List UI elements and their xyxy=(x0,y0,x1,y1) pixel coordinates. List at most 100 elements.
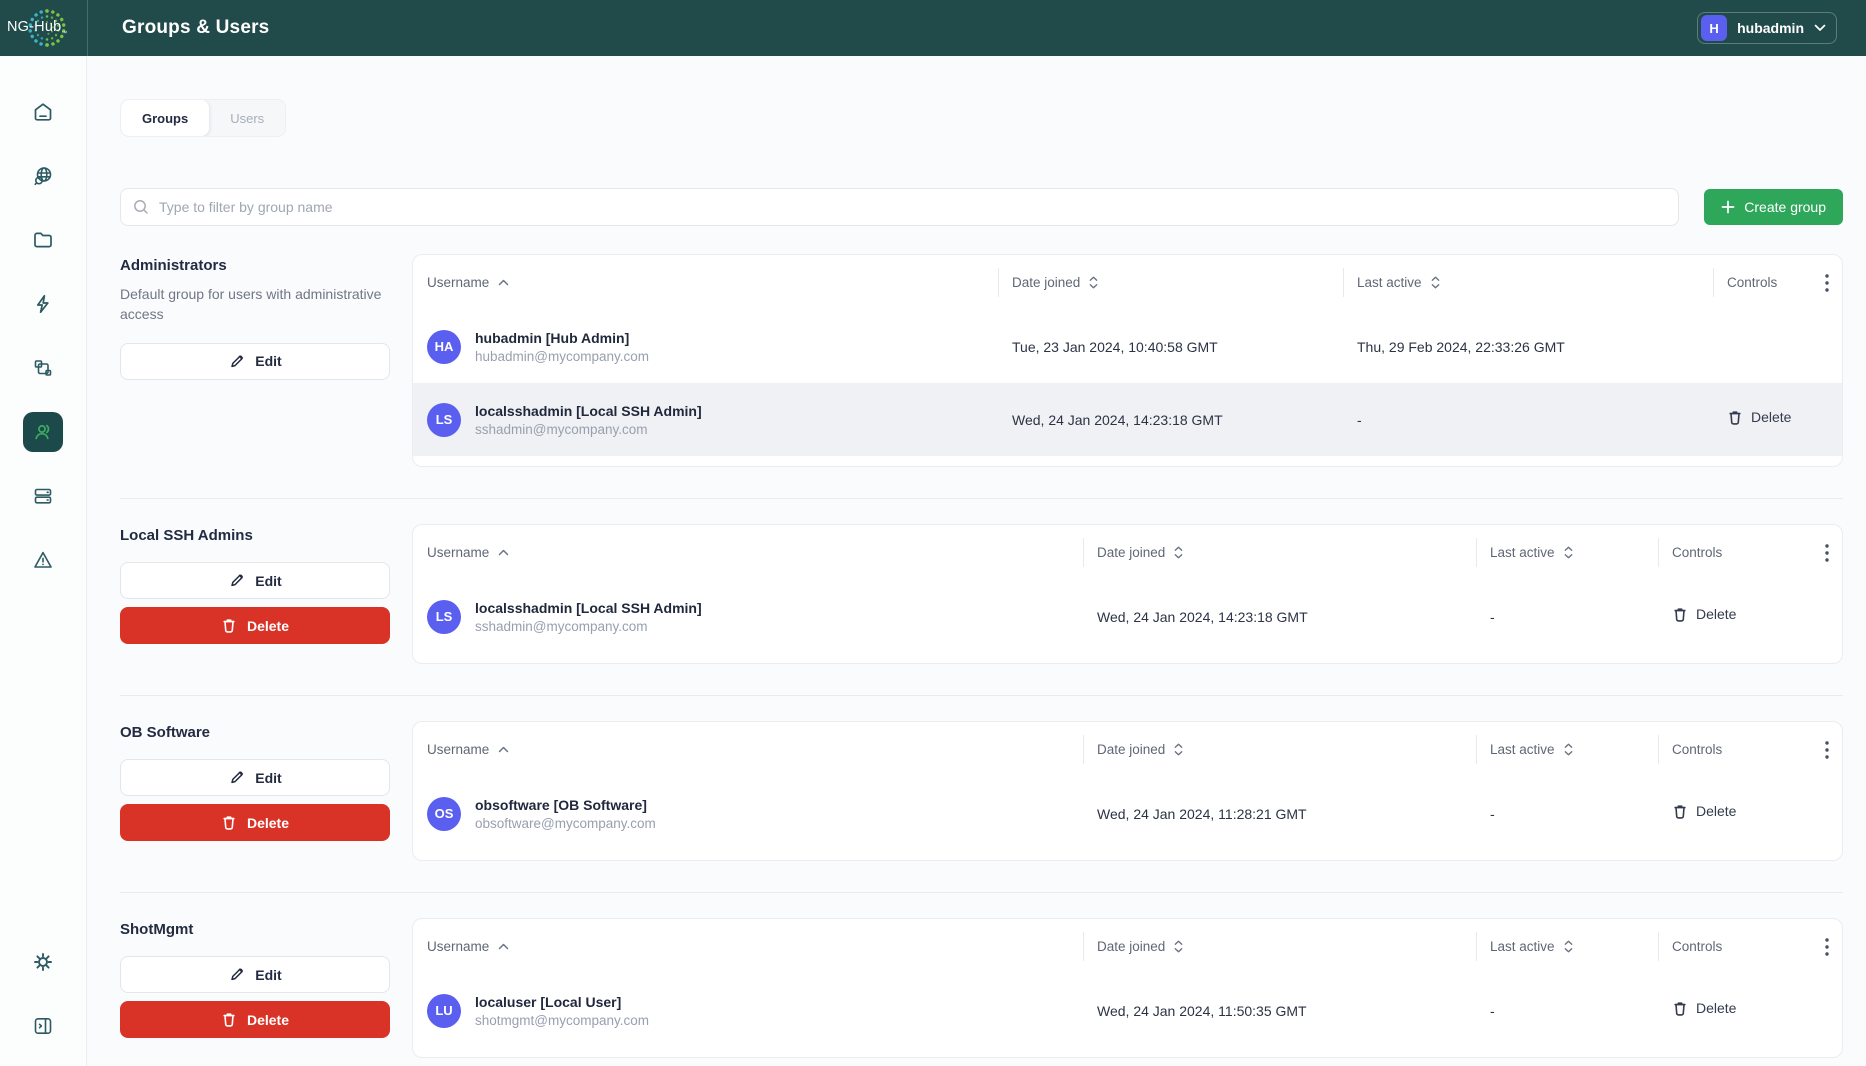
date-joined-cell: Wed, 24 Jan 2024, 14:23:18 GMT xyxy=(998,412,1343,428)
group-delete-button[interactable]: Delete xyxy=(120,607,390,644)
sidebar-item-alerts[interactable] xyxy=(23,540,63,580)
trash-icon xyxy=(221,1011,237,1028)
toolbar: Create group xyxy=(120,188,1843,226)
last-active-cell: - xyxy=(1476,806,1658,822)
username-cell: LS localsshadmin [Local SSH Admin] sshad… xyxy=(413,600,1083,634)
settings-gear-icon xyxy=(31,950,55,974)
sort-both-icon xyxy=(1089,276,1098,289)
sidebar-item-discover[interactable] xyxy=(23,156,63,196)
group-delete-button[interactable]: Delete xyxy=(120,804,390,841)
row-delete-button[interactable]: Delete xyxy=(1727,409,1791,426)
column-header-controls: Controls xyxy=(1658,722,1798,777)
plus-icon xyxy=(1721,200,1735,214)
table-menu-button[interactable] xyxy=(1798,722,1842,777)
sidebar-item-groups-users[interactable] xyxy=(23,412,63,452)
sort-ascending-icon xyxy=(498,746,509,753)
group-name: Administrators xyxy=(120,257,390,274)
sidebar-item-scan[interactable] xyxy=(23,348,63,388)
sort-both-icon xyxy=(1174,940,1183,953)
home-icon xyxy=(31,100,55,124)
collapse-sidebar-icon xyxy=(31,1014,55,1038)
table-menu-button[interactable] xyxy=(1798,525,1842,580)
member-email: obsoftware@mycompany.com xyxy=(475,816,656,831)
pencil-icon xyxy=(228,966,245,983)
member-username: hubadmin [Hub Admin] xyxy=(475,330,649,346)
sort-ascending-icon xyxy=(498,279,509,286)
sidebar-item-settings[interactable] xyxy=(23,942,63,982)
group-edit-button[interactable]: Edit xyxy=(120,759,390,796)
table-menu-button[interactable] xyxy=(1798,919,1842,974)
username-cell: LU localuser [Local User] shotmgmt@mycom… xyxy=(413,994,1083,1028)
table-row[interactable]: HA hubadmin [Hub Admin] hubadmin@mycompa… xyxy=(413,310,1842,383)
tabs: Groups Users xyxy=(120,99,286,137)
column-header-username[interactable]: Username xyxy=(413,919,1083,974)
member-email: sshadmin@mycompany.com xyxy=(475,422,702,437)
column-header-date-joined[interactable]: Date joined xyxy=(1083,919,1476,974)
group-name: OB Software xyxy=(120,724,390,741)
table-row[interactable]: OS obsoftware [OB Software] obsoftware@m… xyxy=(413,777,1842,850)
sort-ascending-icon xyxy=(498,943,509,950)
controls-cell: Delete xyxy=(1658,1000,1798,1022)
table-row[interactable]: LS localsshadmin [Local SSH Admin] sshad… xyxy=(413,580,1842,653)
sort-both-icon xyxy=(1174,546,1183,559)
sidebar-item-projects[interactable] xyxy=(23,220,63,260)
sidebar-item-collapse[interactable] xyxy=(23,1006,63,1046)
column-header-username[interactable]: Username xyxy=(413,255,998,310)
column-header-username[interactable]: Username xyxy=(413,722,1083,777)
column-header-last-active[interactable]: Last active xyxy=(1476,525,1658,580)
group-delete-button[interactable]: Delete xyxy=(120,1001,390,1038)
kebab-menu-icon xyxy=(1825,741,1829,759)
column-header-last-active[interactable]: Last active xyxy=(1343,255,1713,310)
table-rows: LU localuser [Local User] shotmgmt@mycom… xyxy=(413,974,1842,1047)
member-username: localsshadmin [Local SSH Admin] xyxy=(475,403,702,419)
row-delete-button[interactable]: Delete xyxy=(1672,803,1736,820)
group-section: ShotMgmt Edit Delete Username xyxy=(120,918,1843,1058)
username-cell: OS obsoftware [OB Software] obsoftware@m… xyxy=(413,797,1083,831)
table-header: Username Date joined Last active xyxy=(413,919,1842,974)
member-username: localsshadmin [Local SSH Admin] xyxy=(475,600,702,616)
kebab-menu-icon xyxy=(1825,938,1829,956)
brand-name: NG-Hub™ xyxy=(7,19,68,37)
tab-users[interactable]: Users xyxy=(209,100,285,136)
username-cell: LS localsshadmin [Local SSH Admin] sshad… xyxy=(413,403,998,437)
date-joined-cell: Tue, 23 Jan 2024, 10:40:58 GMT xyxy=(998,339,1343,355)
table-row[interactable]: LU localuser [Local User] shotmgmt@mycom… xyxy=(413,974,1842,1047)
table-row[interactable]: LS localsshadmin [Local SSH Admin] sshad… xyxy=(413,383,1842,456)
member-email: hubadmin@mycompany.com xyxy=(475,349,649,364)
pencil-icon xyxy=(228,353,245,370)
sidebar-item-servers[interactable] xyxy=(23,476,63,516)
column-header-date-joined[interactable]: Date joined xyxy=(1083,722,1476,777)
sort-both-icon xyxy=(1431,276,1440,289)
column-header-date-joined[interactable]: Date joined xyxy=(998,255,1343,310)
sort-both-icon xyxy=(1564,743,1573,756)
user-menu-button[interactable]: H hubadmin xyxy=(1697,12,1837,44)
scan-icon xyxy=(31,356,55,380)
group-edit-button[interactable]: Edit xyxy=(120,343,390,380)
search-input[interactable] xyxy=(120,188,1679,226)
user-avatar: H xyxy=(1701,15,1727,41)
column-header-username[interactable]: Username xyxy=(413,525,1083,580)
group-name: Local SSH Admins xyxy=(120,527,390,544)
alerts-triangle-icon xyxy=(31,548,55,572)
member-username: localuser [Local User] xyxy=(475,994,649,1010)
table-rows: HA hubadmin [Hub Admin] hubadmin@mycompa… xyxy=(413,310,1842,456)
search-bar xyxy=(120,188,1679,226)
group-edit-button[interactable]: Edit xyxy=(120,562,390,599)
sidebar-bottom xyxy=(0,942,85,1046)
column-header-last-active[interactable]: Last active xyxy=(1476,919,1658,974)
sidebar-item-activity[interactable] xyxy=(23,284,63,324)
column-header-date-joined[interactable]: Date joined xyxy=(1083,525,1476,580)
trash-icon xyxy=(221,617,237,634)
row-delete-button[interactable]: Delete xyxy=(1672,606,1736,623)
page-title: Groups & Users xyxy=(122,17,269,39)
column-header-last-active[interactable]: Last active xyxy=(1476,722,1658,777)
table-menu-button[interactable] xyxy=(1798,255,1842,310)
main-content: Groups Users Create group Administrators… xyxy=(87,56,1866,1066)
tab-groups[interactable]: Groups xyxy=(121,100,209,136)
trash-icon xyxy=(221,814,237,831)
row-delete-button[interactable]: Delete xyxy=(1672,1000,1736,1017)
sidebar-item-home[interactable] xyxy=(23,92,63,132)
group-edit-button[interactable]: Edit xyxy=(120,956,390,993)
table-header: Username Date joined Last active xyxy=(413,525,1842,580)
create-group-button[interactable]: Create group xyxy=(1704,189,1843,225)
